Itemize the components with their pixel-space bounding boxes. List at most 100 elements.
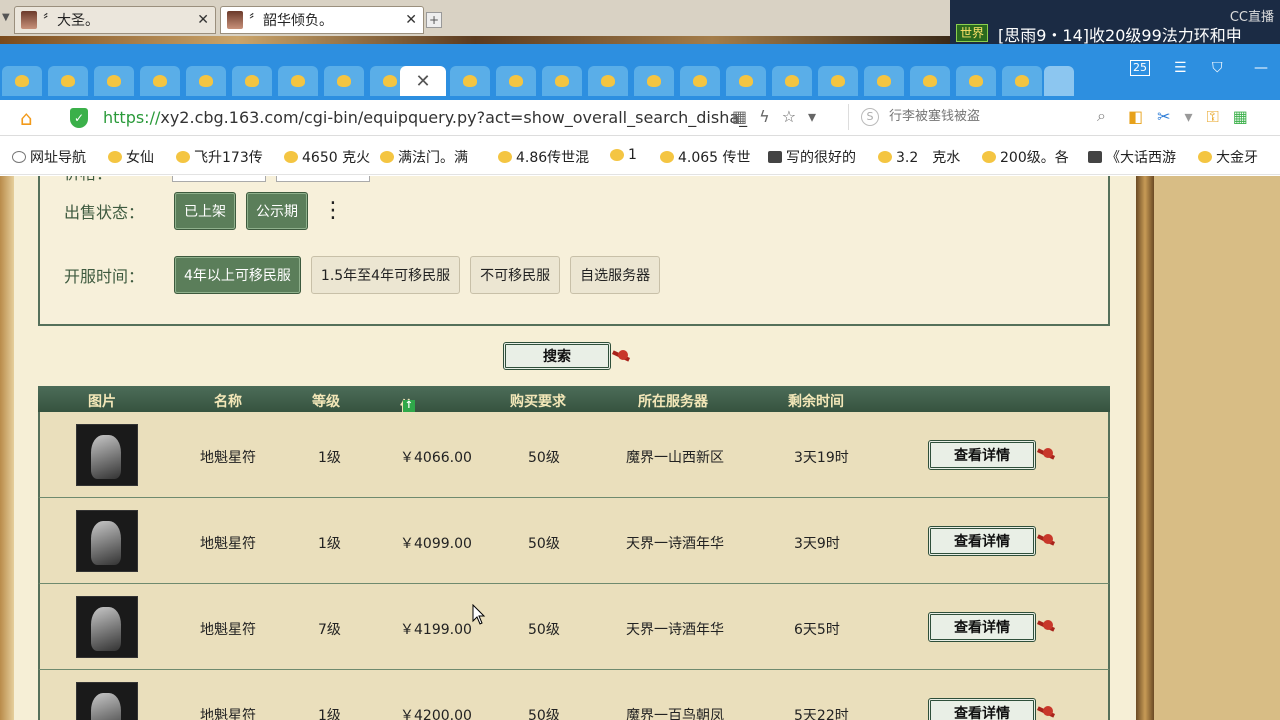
tab-menu-arrow-icon[interactable]: ▼ [2,12,10,23]
view-details-button[interactable]: 查看详情 [928,526,1036,556]
browser-tab[interactable] [910,66,950,96]
tab-count-badge[interactable]: 25 [1130,60,1150,76]
bookmark-item[interactable]: 4.86传世混 [498,147,589,167]
view-details-button[interactable]: 查看详情 [928,612,1036,642]
price-min-input[interactable] [172,176,266,182]
item-price: ￥4200.00 [400,708,472,720]
browser-tab[interactable] [94,66,134,96]
view-details-button[interactable]: 查看详情 [928,698,1036,720]
server-4yr-button[interactable]: 4年以上可移民服 [174,256,301,294]
lightning-icon[interactable]: ϟ [759,107,770,126]
chick-icon [291,75,305,87]
shield-icon[interactable]: ✓ [70,108,88,128]
chick-icon [982,151,996,163]
browser-tab[interactable] [186,66,226,96]
server-custom-button[interactable]: 自选服务器 [570,256,661,294]
item-thumbnail[interactable] [76,596,138,658]
bookmark-item[interactable]: 网址导航 [12,147,86,167]
sort-asc-icon[interactable]: ↑ [403,400,415,412]
new-tab-plus-icon[interactable]: + [426,12,442,28]
chick-icon [878,151,892,163]
url-scheme: https:// [103,108,161,127]
chevron-down-icon[interactable]: ▾ [808,107,816,126]
shirt-skin-icon[interactable]: ⛉ [1212,60,1223,76]
close-icon[interactable]: ✕ [415,71,430,92]
browser-tab[interactable] [864,66,904,96]
chick-icon [1015,75,1029,87]
browser-tab[interactable] [634,66,674,96]
server-time-label: 开服时间： [64,267,145,286]
qr-code-icon[interactable]: ▦ [732,107,747,126]
browser-tab[interactable] [1002,66,1042,96]
home-icon[interactable]: ⌂ [20,106,42,130]
scissors-icon[interactable]: ✂ [1157,107,1170,127]
browser-tab[interactable] [680,66,720,96]
status-listed-button[interactable]: 已上架 [174,192,236,230]
item-server: 魔界一山西新区 [626,450,724,466]
new-tab-button[interactable] [1044,66,1074,96]
search-input[interactable] [889,104,1089,128]
bookmark-item[interactable]: 《大话西游 [1088,147,1176,167]
bookmark-item[interactable]: 飞升173传 [176,147,263,167]
browser-tab[interactable] [48,66,88,96]
browser-tab[interactable] [2,66,42,96]
browser-tab[interactable] [140,66,180,96]
key-icon[interactable]: ⚿ [1207,107,1219,127]
browser-tab[interactable] [726,66,766,96]
bookmark-item[interactable]: 4.065 传世 [660,147,751,167]
bookmark-item[interactable]: 大金牙 [1198,147,1258,167]
bookmark-item[interactable]: 写的很好的 [768,147,856,167]
server-1-5-4yr-button[interactable]: 1.5年至4年可移民服 [310,256,461,294]
bookmark-item[interactable]: 3.2 克水 [878,147,960,167]
browser-tab[interactable] [450,66,490,96]
browser-tab[interactable] [542,66,582,96]
browser-tab[interactable] [588,66,628,96]
browser-tab[interactable] [818,66,858,96]
browser-tab[interactable] [232,66,272,96]
status-public-button[interactable]: 公示期 [246,192,308,230]
bookmark-item[interactable]: 满法门。满 [380,147,468,167]
bookmark-item[interactable]: 4650 克火 [284,147,370,167]
chevron-down-icon[interactable]: ▾ [1185,107,1193,127]
search-icon[interactable]: ⌕ [1097,106,1106,126]
os-tab-2[interactable]: 〞韶华倾负。 ✕ [220,6,424,34]
search-engine-icon[interactable]: S [861,108,879,126]
url-field[interactable]: https://xy2.cbg.163.com/cgi-bin/equipque… [103,108,747,127]
os-tab-strip: ▼ 〞大圣。 ✕ 〞韶华倾负。 ✕ + [0,0,950,44]
item-thumbnail[interactable] [76,510,138,572]
menu-icon[interactable]: ☰ [1174,60,1187,76]
chick-icon [877,75,891,87]
bookmark-item[interactable]: 女仙 [108,147,154,167]
bookmark-item[interactable]: 1 [610,147,637,163]
price-max-input[interactable] [276,176,370,182]
dark-icon [768,151,782,163]
avatar [21,11,37,29]
close-icon[interactable]: ✕ [405,12,417,28]
browser-tab[interactable] [324,66,364,96]
os-tab-1[interactable]: 〞大圣。 ✕ [14,6,216,34]
bookmark-item[interactable]: 200级。各 [982,147,1069,167]
item-level: 1级 [318,450,341,466]
more-options-icon[interactable]: ⋮ [322,200,344,222]
chick-icon [15,75,29,87]
extension-icon[interactable]: ◧ [1128,107,1143,127]
search-button[interactable]: 搜索 [503,342,611,370]
chick-icon [610,149,624,161]
browser-tab[interactable] [956,66,996,96]
browser-tab-active[interactable]: ✕ [400,66,446,96]
item-thumbnail[interactable] [76,424,138,486]
search-box[interactable]: S ⌕ [848,104,1110,130]
chick-icon [923,75,937,87]
filter-panel: 价格： 出售状态： 已上架 公示期 ⋮ 开服时间： 4年以上可移民服 1.5年至… [38,176,1110,326]
server-no-migrate-button[interactable]: 不可移民服 [470,256,561,294]
browser-tab[interactable] [278,66,318,96]
browser-tab[interactable] [772,66,812,96]
close-icon[interactable]: ✕ [197,12,209,28]
minimize-icon[interactable]: — [1254,60,1268,76]
view-details-button[interactable]: 查看详情 [928,440,1036,470]
grid-app-icon[interactable]: ▦ [1233,107,1248,127]
item-thumbnail[interactable] [76,682,138,720]
star-icon[interactable]: ☆ [782,107,796,126]
browser-tab[interactable] [496,66,536,96]
chick-icon [284,151,298,163]
